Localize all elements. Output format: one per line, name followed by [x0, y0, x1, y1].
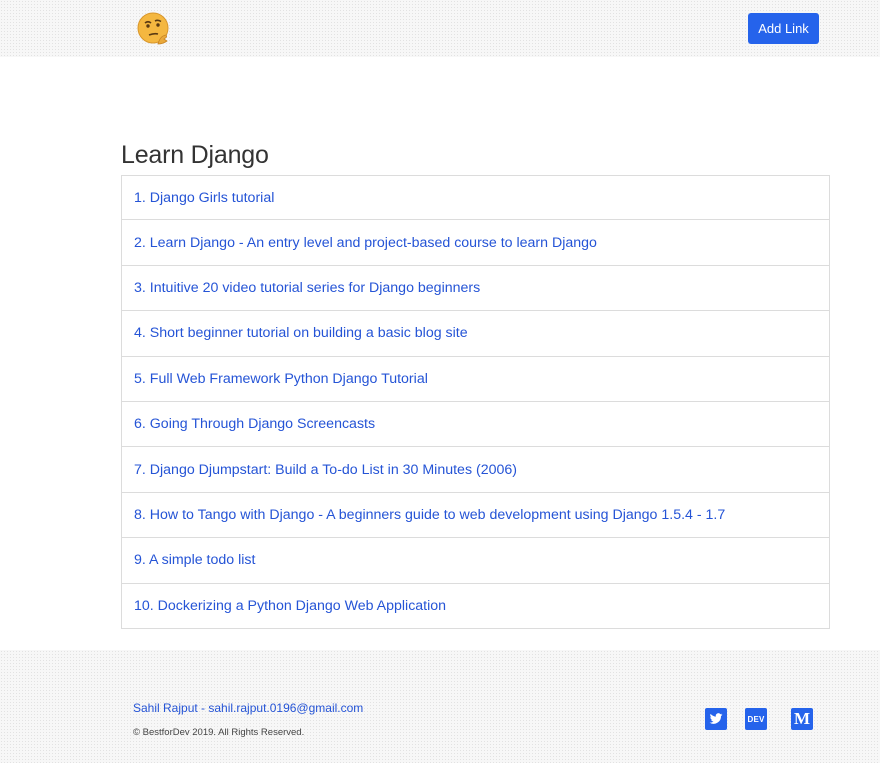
logo[interactable]	[136, 11, 170, 45]
link-9[interactable]: 9. A simple todo list	[134, 552, 255, 568]
footer-copyright: © BestforDev 2019. All Rights Reserved.	[133, 727, 305, 738]
link-3[interactable]: 3. Intuitive 20 video tutorial series fo…	[134, 280, 480, 296]
link-4[interactable]: 4. Short beginner tutorial on building a…	[134, 325, 468, 341]
link-6[interactable]: 6. Going Through Django Screencasts	[134, 416, 375, 432]
list-item: 5. Full Web Framework Python Django Tuto…	[121, 356, 830, 402]
list-item: 7. Django Djumpstart: Build a To-do List…	[121, 447, 830, 493]
twitter-icon	[705, 708, 727, 730]
medium-link[interactable]: M	[791, 708, 813, 730]
link-2[interactable]: 2. Learn Django - An entry level and pro…	[134, 235, 597, 251]
link-5[interactable]: 5. Full Web Framework Python Django Tuto…	[134, 371, 428, 387]
footer-contact-link[interactable]: Sahil Rajput - sahil.rajput.0196@gmail.c…	[133, 701, 363, 715]
link-1[interactable]: 1. Django Girls tutorial	[134, 190, 274, 206]
dev-icon-label: DEV	[747, 714, 765, 724]
list-item: 4. Short beginner tutorial on building a…	[121, 311, 830, 357]
link-list: 1. Django Girls tutorial 2. Learn Django…	[121, 175, 830, 629]
page-title: Learn Django	[121, 141, 269, 169]
list-item: 6. Going Through Django Screencasts	[121, 401, 830, 448]
dev-link[interactable]: DEV	[745, 708, 767, 730]
link-10[interactable]: 10. Dockerizing a Python Django Web Appl…	[134, 598, 446, 614]
list-item: 2. Learn Django - An entry level and pro…	[121, 220, 830, 266]
list-item: 1. Django Girls tutorial	[121, 175, 830, 221]
site-footer: Sahil Rajput - sahil.rajput.0196@gmail.c…	[0, 650, 880, 763]
dev-icon: DEV	[745, 708, 767, 730]
medium-icon-label: M	[793, 709, 811, 728]
list-item: 8. How to Tango with Django - A beginner…	[121, 492, 830, 539]
list-item: 3. Intuitive 20 video tutorial series fo…	[121, 265, 830, 312]
site-header: Add Link	[0, 0, 880, 57]
thinking-face-icon	[137, 12, 169, 45]
link-8[interactable]: 8. How to Tango with Django - A beginner…	[134, 507, 725, 523]
medium-icon: M	[791, 708, 813, 730]
list-item: 9. A simple todo list	[121, 538, 830, 584]
link-7[interactable]: 7. Django Djumpstart: Build a To-do List…	[134, 462, 517, 478]
twitter-link[interactable]	[705, 708, 727, 730]
add-link-button[interactable]: Add Link	[748, 13, 819, 44]
list-item: 10. Dockerizing a Python Django Web Appl…	[121, 583, 830, 629]
